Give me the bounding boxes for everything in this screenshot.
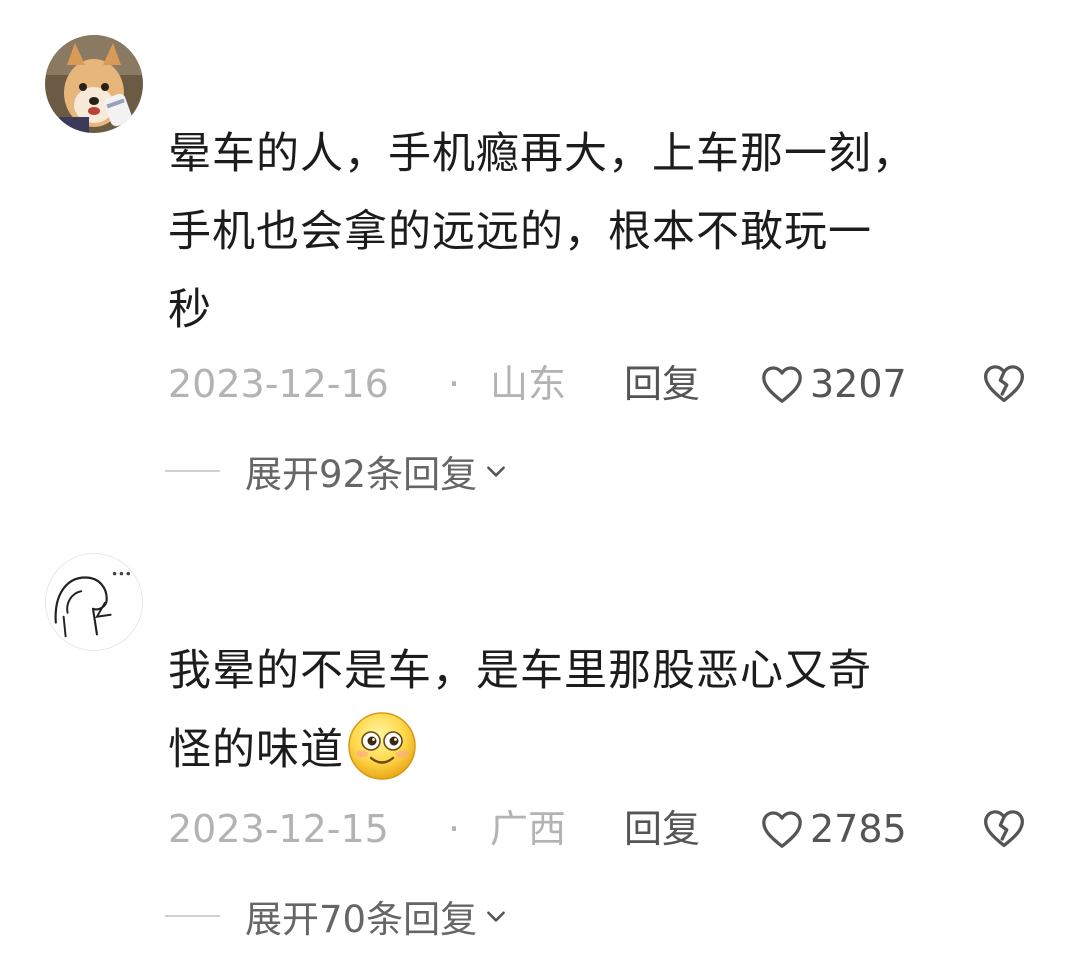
comment-text-segment: 怪的味道 — [168, 725, 344, 775]
comment-meta: 2023-12-16 · 山东 回复 3207 — [168, 358, 1048, 410]
broken-heart-icon — [984, 810, 1024, 848]
dislike-button[interactable] — [982, 362, 1026, 417]
shiba-dog-avatar-icon — [45, 35, 143, 133]
comment-text-line: 我晕的不是车，是车里那股恶心又奇 — [168, 646, 872, 696]
chevron-down-icon — [487, 911, 505, 922]
comment-text-line: 晕车的人，手机瘾再大，上车那一刻， — [168, 129, 916, 179]
comment-text-line: 怪的味道 — [168, 710, 1018, 789]
expand-replies-label: 展开92条回复 — [245, 453, 478, 496]
comment-text-line: 手机也会拿的远远的，根本不敢玩一 — [168, 207, 872, 257]
comment-location: 广西 — [490, 807, 567, 851]
comment-text: 我晕的不是车，是车里那股恶心又奇 怪的味道 — [168, 632, 1018, 789]
broken-heart-icon — [984, 365, 1024, 403]
meta-separator: · — [448, 807, 461, 851]
smiley-emoji-icon — [348, 712, 416, 780]
expand-divider — [165, 915, 220, 917]
chevron-down-icon — [487, 466, 505, 477]
like-button[interactable]: 2785 — [760, 803, 907, 855]
user-avatar[interactable] — [45, 35, 143, 133]
heart-outline-icon — [762, 366, 802, 403]
like-button[interactable]: 3207 — [760, 358, 907, 410]
comment-date: 2023-12-15 — [168, 807, 389, 851]
expand-divider — [165, 470, 220, 472]
heart-outline-icon — [762, 811, 802, 848]
comment-date: 2023-12-16 — [168, 362, 389, 406]
expand-replies-button[interactable]: 展开92条回复 — [165, 445, 509, 497]
comment-meta: 2023-12-15 · 广西 回复 2785 — [168, 803, 1048, 855]
like-count: 3207 — [810, 362, 907, 406]
expand-replies-button[interactable]: 展开70条回复 — [165, 890, 509, 942]
comment-text-line: 秒 — [168, 285, 212, 335]
reply-button[interactable]: 回复 — [624, 803, 700, 855]
sketch-doodle-avatar-icon — [46, 554, 142, 650]
comment-location: 山东 — [490, 362, 567, 406]
reply-button[interactable]: 回复 — [624, 358, 700, 410]
dislike-button[interactable] — [982, 807, 1026, 862]
expand-replies-label: 展开70条回复 — [245, 898, 478, 941]
user-avatar[interactable] — [45, 553, 143, 651]
meta-separator: · — [448, 362, 461, 406]
comment-text: 晕车的人，手机瘾再大，上车那一刻， 手机也会拿的远远的，根本不敢玩一 秒 — [168, 115, 1018, 349]
like-count: 2785 — [810, 807, 907, 851]
